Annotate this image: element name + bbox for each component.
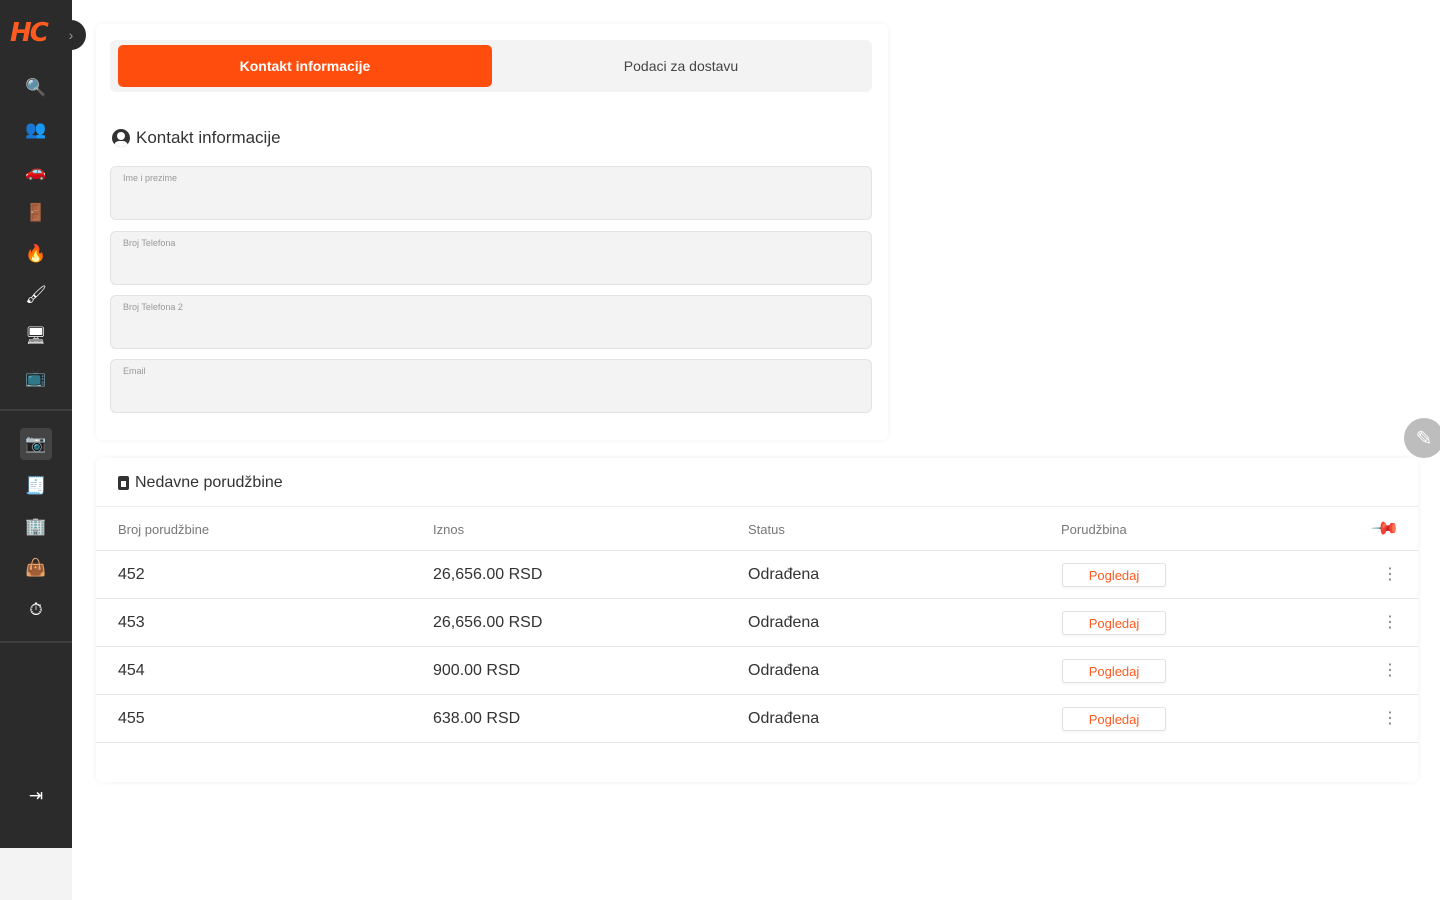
order-amount: 26,656.00 RSD xyxy=(433,566,543,583)
car-icon[interactable]: 🚗 xyxy=(20,156,52,188)
column-header-order[interactable]: Porudžbina xyxy=(1061,522,1127,537)
column-header-order-number[interactable]: Broj porudžbine xyxy=(118,522,209,537)
order-amount: 900.00 RSD xyxy=(433,662,521,679)
phone-input[interactable] xyxy=(123,254,853,278)
search-icon[interactable]: 🔍 xyxy=(20,72,52,104)
email-input[interactable] xyxy=(123,382,853,406)
camera-icon[interactable]: 📷 xyxy=(20,428,52,460)
tab-contact-info[interactable]: Kontakt informacije xyxy=(118,45,492,87)
edit-icon[interactable]: ✎ xyxy=(1404,418,1440,458)
view-order-button[interactable]: Pogledaj xyxy=(1062,563,1166,587)
recent-orders-card: Nedavne porudžbine Broj porudžbine Iznos… xyxy=(96,458,1418,782)
building-icon[interactable]: 🏢 xyxy=(20,511,52,543)
table-row: 455 638.00 RSD Odrađena Pogledaj ⋮ xyxy=(96,695,1418,743)
pin-icon[interactable]: 📌 xyxy=(1370,513,1401,544)
users-icon[interactable]: 👥 xyxy=(20,114,52,146)
view-order-button[interactable]: Pogledaj xyxy=(1062,611,1166,635)
tab-delivery-info[interactable]: Podaci za dostavu xyxy=(494,45,868,87)
full-name-field[interactable]: Ime i prezime xyxy=(110,166,872,220)
door-icon[interactable]: 🚪 xyxy=(20,197,52,229)
order-amount: 638.00 RSD xyxy=(433,710,521,727)
phone-label: Broj Telefona xyxy=(123,238,176,248)
more-vertical-icon[interactable]: ⋮ xyxy=(1382,565,1398,585)
full-name-label: Ime i prezime xyxy=(123,173,178,183)
contact-tabs: Kontakt informacije Podaci za dostavu xyxy=(110,40,872,92)
email-field[interactable]: Email xyxy=(110,359,872,413)
sidebar-footer-area xyxy=(0,848,72,900)
user-circle-icon xyxy=(112,129,130,147)
paint-roller-icon[interactable]: 🖌 xyxy=(20,279,52,311)
table-row: 452 26,656.00 RSD Odrađena Pogledaj ⋮ xyxy=(96,551,1418,599)
monitor-icon[interactable]: 🖥 xyxy=(20,320,52,352)
tv-icon[interactable]: 📺 xyxy=(20,362,52,394)
table-row: 454 900.00 RSD Odrađena Pogledaj ⋮ xyxy=(96,647,1418,695)
order-status: Odrađena xyxy=(748,614,820,631)
order-status: Odrađena xyxy=(748,566,820,583)
order-number: 455 xyxy=(118,710,145,727)
order-number: 452 xyxy=(118,566,145,583)
column-header-amount[interactable]: Iznos xyxy=(433,522,464,537)
table-row: 453 26,656.00 RSD Odrađena Pogledaj ⋮ xyxy=(96,599,1418,647)
contact-section-title: Kontakt informacije xyxy=(112,128,281,148)
column-header-status[interactable]: Status xyxy=(748,522,785,537)
flame-icon[interactable]: 🔥 xyxy=(20,238,52,270)
view-order-button[interactable]: Pogledaj xyxy=(1062,707,1166,731)
contact-card: Kontakt informacije Podaci za dostavu Ko… xyxy=(96,24,888,440)
sidebar-divider xyxy=(0,409,72,411)
order-status: Odrađena xyxy=(748,662,820,679)
chevron-right-icon[interactable]: › xyxy=(56,20,86,50)
sidebar-divider xyxy=(0,641,72,643)
clipboard-icon xyxy=(118,476,129,490)
orders-title-label: Nedavne porudžbine xyxy=(135,474,283,491)
phone2-field[interactable]: Broj Telefona 2 xyxy=(110,295,872,349)
full-name-input[interactable] xyxy=(123,189,853,213)
more-vertical-icon[interactable]: ⋮ xyxy=(1382,613,1398,633)
order-amount: 26,656.00 RSD xyxy=(433,614,543,631)
email-label: Email xyxy=(123,366,146,376)
app-logo[interactable]: HC xyxy=(10,18,54,52)
gauge-icon[interactable]: ⏱ xyxy=(20,594,52,626)
phone2-input[interactable] xyxy=(123,318,853,342)
logout-icon[interactable]: ⇥ xyxy=(20,780,52,812)
order-number: 454 xyxy=(118,662,145,679)
more-vertical-icon[interactable]: ⋮ xyxy=(1382,709,1398,729)
order-status: Odrađena xyxy=(748,710,820,727)
divider xyxy=(96,506,1418,507)
phone2-label: Broj Telefona 2 xyxy=(123,302,183,312)
contact-section-label: Kontakt informacije xyxy=(136,128,281,147)
bag-icon[interactable]: 👜 xyxy=(20,552,52,584)
view-order-button[interactable]: Pogledaj xyxy=(1062,659,1166,683)
sidebar: HC › 🔍 👥 🚗 🚪 🔥 🖌 🖥 📺 📷 🧾 🏢 👜 ⏱ ⇥ xyxy=(0,0,86,848)
receipt-icon[interactable]: 🧾 xyxy=(20,470,52,502)
more-vertical-icon[interactable]: ⋮ xyxy=(1382,661,1398,681)
orders-title: Nedavne porudžbine xyxy=(118,474,283,492)
order-number: 453 xyxy=(118,614,145,631)
phone-field[interactable]: Broj Telefona xyxy=(110,231,872,285)
